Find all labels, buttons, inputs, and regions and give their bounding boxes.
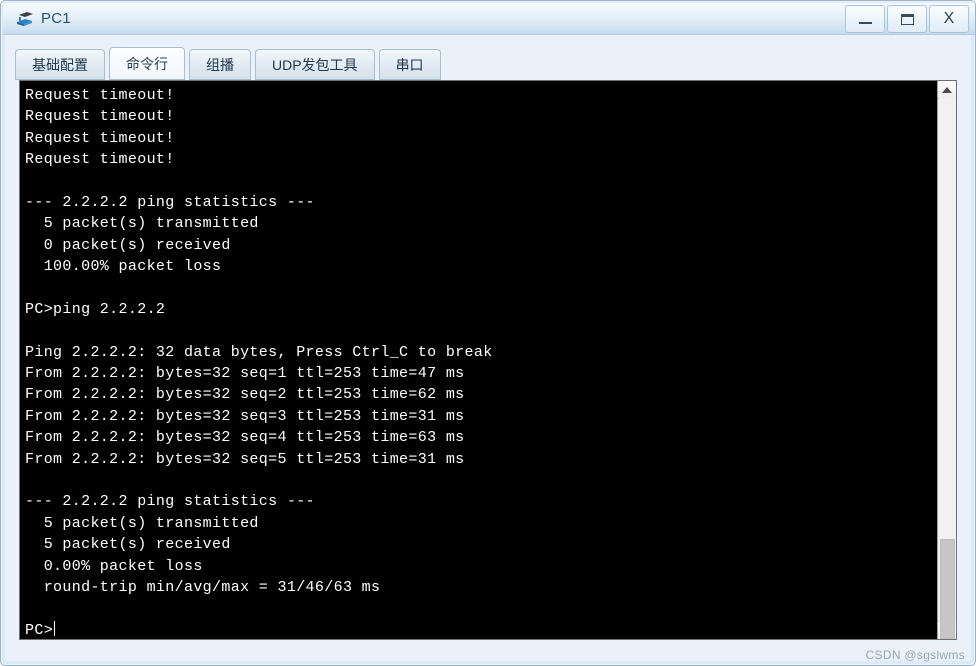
tab-label: 基础配置 — [32, 56, 88, 73]
tab-label: UDP发包工具 — [272, 56, 358, 73]
terminal-line: From 2.2.2.2: bytes=32 seq=3 ttl=253 tim… — [25, 407, 465, 425]
terminal-prompt: PC> — [25, 621, 54, 639]
terminal-line: 5 packet(s) received — [25, 536, 231, 554]
terminal-line: 100.00% packet loss — [25, 258, 222, 276]
window-controls: X — [843, 5, 969, 33]
terminal-line: 0 packet(s) received — [25, 236, 231, 254]
scroll-up-button[interactable] — [938, 81, 956, 99]
terminal-line: --- 2.2.2.2 ping statistics --- — [25, 493, 315, 511]
close-button[interactable]: X — [929, 5, 969, 33]
pc1-window: PC1 X 基础配置 命令行 组播 UDP发包工具 串口 Request tim… — [0, 0, 976, 666]
terminal-line: From 2.2.2.2: bytes=32 seq=2 ttl=253 tim… — [25, 386, 465, 404]
terminal-line: --- 2.2.2.2 ping statistics --- — [25, 193, 315, 211]
chevron-up-icon — [942, 86, 952, 93]
terminal-panel: Request timeout! Request timeout! Request … — [19, 80, 957, 640]
tab-udp-tool[interactable]: UDP发包工具 — [255, 49, 375, 80]
terminal-line: round-trip min/avg/max = 31/46/63 ms — [25, 578, 381, 596]
pc-device-icon — [15, 9, 35, 29]
terminal-line: PC>ping 2.2.2.2 — [25, 300, 166, 318]
tab-command-line[interactable]: 命令行 — [109, 47, 185, 80]
minimize-icon — [858, 21, 872, 24]
terminal-prompt-line[interactable]: PC> — [25, 620, 937, 639]
title-bar[interactable]: PC1 X — [3, 3, 975, 35]
maximize-icon — [900, 13, 914, 25]
terminal-line: 5 packet(s) transmitted — [25, 514, 259, 532]
scrollbar-thumb[interactable] — [940, 539, 955, 639]
terminal-line: Request timeout! — [25, 108, 175, 126]
terminal-line: From 2.2.2.2: bytes=32 seq=4 ttl=253 tim… — [25, 429, 465, 447]
terminal-line: 5 packet(s) transmitted — [25, 215, 259, 233]
terminal-line: 0.00% packet loss — [25, 557, 203, 575]
tab-label: 组播 — [206, 56, 234, 73]
window-title: PC1 — [41, 10, 71, 27]
terminal-line: Request timeout! — [25, 129, 175, 147]
terminal-output[interactable]: Request timeout! Request timeout! Request … — [20, 81, 937, 639]
tab-serial-port[interactable]: 串口 — [378, 49, 441, 80]
terminal-line: Request timeout! — [25, 87, 175, 104]
terminal-scrollbar[interactable] — [937, 81, 956, 639]
close-icon: X — [943, 10, 955, 27]
tab-label: 命令行 — [126, 55, 168, 72]
terminal-line: From 2.2.2.2: bytes=32 seq=5 ttl=253 tim… — [25, 450, 465, 468]
terminal-line: Request timeout! — [25, 151, 175, 169]
scrollbar-track[interactable] — [939, 98, 956, 639]
watermark: CSDN @sgslwms — [865, 648, 965, 662]
terminal-line: Ping 2.2.2.2: 32 data bytes, Press Ctrl_… — [25, 343, 493, 361]
minimize-button[interactable] — [845, 5, 885, 33]
maximize-button[interactable] — [887, 5, 927, 33]
text-cursor — [54, 620, 56, 636]
tab-label: 串口 — [395, 56, 424, 73]
tab-bar: 基础配置 命令行 组播 UDP发包工具 串口 — [15, 46, 445, 80]
tab-multicast[interactable]: 组播 — [189, 49, 251, 80]
terminal-line: From 2.2.2.2: bytes=32 seq=1 ttl=253 tim… — [25, 365, 465, 383]
tab-basic-config[interactable]: 基础配置 — [15, 49, 105, 80]
